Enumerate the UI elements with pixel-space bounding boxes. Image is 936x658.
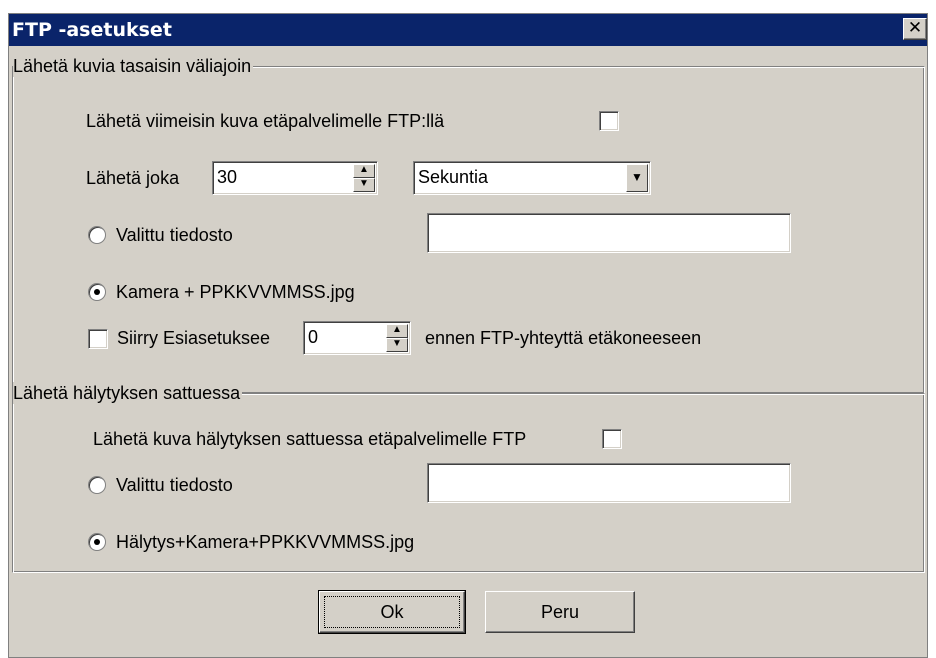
alarm-group: Lähetä hälytyksen sattuessa Lähetä kuva … bbox=[12, 382, 925, 573]
spin-up-icon: ▲ bbox=[392, 324, 402, 335]
close-icon: ✕ bbox=[907, 18, 923, 38]
send-on-alarm-checkbox[interactable] bbox=[602, 429, 622, 449]
unit-selected-value: Sekuntia bbox=[418, 167, 489, 187]
camera-filename-label: Kamera + PPKKVVMMSS.jpg bbox=[116, 282, 355, 302]
interval-spin-up-button[interactable]: ▲ bbox=[353, 164, 375, 178]
send-latest-label: Lähetä viimeisin kuva etäpalvelimelle FT… bbox=[86, 111, 445, 131]
preset-checkbox[interactable] bbox=[88, 329, 108, 349]
preset-checkbox-label: Siirry Esiasetuksee bbox=[117, 328, 271, 348]
dialog-title: FTP -asetukset bbox=[12, 19, 172, 41]
alarm-filename-label: Hälytys+Kamera+PPKKVVMMSS.jpg bbox=[116, 532, 415, 552]
alarm-selected-file-radio[interactable] bbox=[88, 476, 106, 494]
unit-dropdown[interactable]: Sekuntia ▼ bbox=[413, 161, 651, 195]
send-every-label: Lähetä joka bbox=[86, 168, 180, 188]
cancel-button-label: Peru bbox=[540, 602, 580, 622]
preset-value: 0 bbox=[308, 327, 319, 347]
cancel-button[interactable]: Peru bbox=[485, 591, 635, 633]
send-on-alarm-label: Lähetä kuva hälytyksen sattuessa etäpalv… bbox=[93, 429, 527, 449]
interval-group-title: Lähetä kuvia tasaisin väliajoin bbox=[13, 55, 254, 77]
preset-spinner[interactable]: 0 ▲ ▼ bbox=[303, 321, 411, 355]
preset-suffix-label: ennen FTP-yhteyttä etäkoneeseen bbox=[425, 328, 702, 348]
close-button[interactable]: ✕ bbox=[903, 18, 927, 40]
preset-spin-buttons: ▲ ▼ bbox=[386, 324, 408, 352]
ok-button-label: Ok bbox=[380, 602, 404, 622]
interval-spinner[interactable]: 30 ▲ ▼ bbox=[212, 161, 378, 195]
unit-dropdown-arrow[interactable]: ▼ bbox=[626, 164, 648, 192]
radio-selected-dot bbox=[94, 289, 100, 295]
alarm-group-title: Lähetä hälytyksen sattuessa bbox=[13, 382, 243, 404]
spin-down-icon: ▼ bbox=[359, 178, 369, 189]
spin-down-icon: ▼ bbox=[392, 338, 402, 349]
preset-spin-down-button[interactable]: ▼ bbox=[386, 338, 408, 352]
selected-file-label: Valittu tiedosto bbox=[116, 225, 233, 245]
selected-file-radio[interactable] bbox=[88, 226, 106, 244]
preset-spin-up-button[interactable]: ▲ bbox=[386, 324, 408, 338]
ok-button[interactable]: Ok bbox=[318, 590, 466, 634]
alarm-selected-file-input[interactable] bbox=[427, 463, 791, 503]
ftp-settings-dialog: FTP -asetukset ✕ Lähetä kuvia tasaisin v… bbox=[8, 13, 928, 658]
chevron-down-icon: ▼ bbox=[631, 170, 643, 184]
interval-group: Lähetä kuvia tasaisin väliajoin Lähetä v… bbox=[12, 55, 925, 394]
interval-spin-down-button[interactable]: ▼ bbox=[353, 178, 375, 192]
send-latest-checkbox[interactable] bbox=[599, 111, 619, 131]
radio-selected-dot bbox=[94, 539, 100, 545]
spin-up-icon: ▲ bbox=[359, 164, 369, 175]
alarm-selected-file-label: Valittu tiedosto bbox=[116, 475, 233, 495]
interval-value: 30 bbox=[217, 167, 238, 187]
camera-filename-radio[interactable] bbox=[88, 283, 106, 301]
alarm-filename-radio[interactable] bbox=[88, 533, 106, 551]
interval-spin-buttons: ▲ ▼ bbox=[353, 164, 375, 192]
selected-file-input[interactable] bbox=[427, 213, 791, 253]
title-bar: FTP -asetukset bbox=[9, 14, 927, 46]
